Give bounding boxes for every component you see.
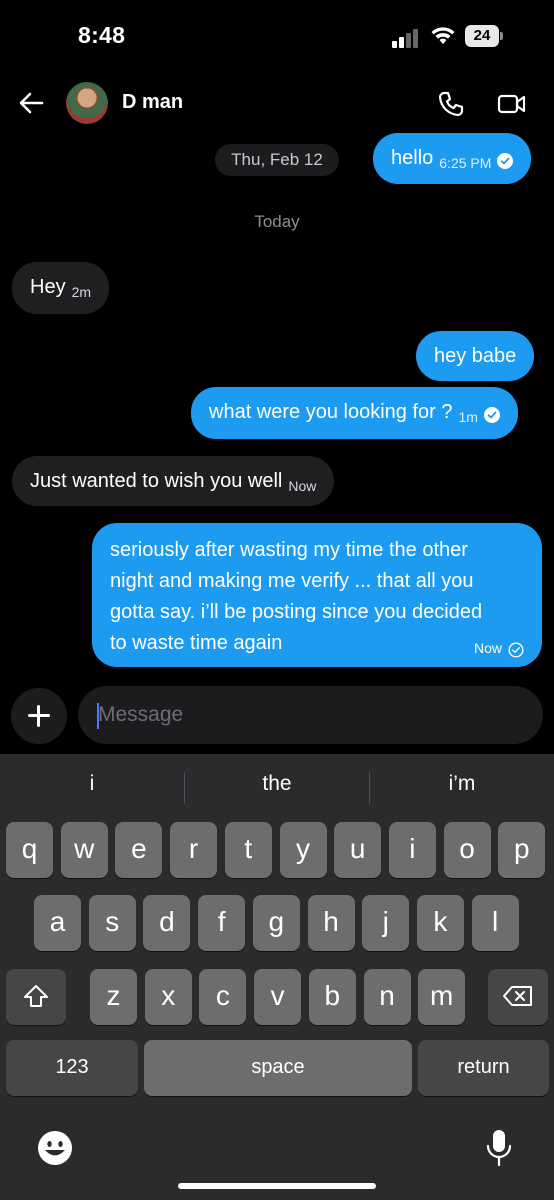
message-time: 2m: [71, 284, 92, 300]
message-text-line: seriously after wasting my time the othe…: [110, 539, 468, 561]
message-text: what were you looking for ?: [209, 401, 453, 423]
conversation-header: D man: [0, 70, 554, 140]
key-u[interactable]: u: [334, 822, 382, 878]
key-d[interactable]: d: [143, 895, 191, 951]
cellular-signal-icon: [392, 28, 422, 48]
message-time: Now: [288, 478, 317, 494]
key-o[interactable]: o: [443, 822, 491, 878]
message-text: Hey: [30, 276, 66, 298]
message-time: 6:25 PM: [439, 155, 492, 171]
suggestion-bar: i the i’m: [0, 754, 554, 820]
key-y[interactable]: y: [279, 822, 327, 878]
sent-check-icon: [508, 642, 524, 658]
shift-key[interactable]: [6, 969, 66, 1025]
message-text: hello: [391, 147, 434, 169]
suggestion-item[interactable]: i: [0, 772, 184, 796]
keyboard: i the i’m qwertyuiopasdfghjklzxcvbnm 123…: [0, 754, 554, 1200]
message-meta: Now: [473, 639, 524, 658]
battery-icon: 24: [465, 25, 503, 47]
key-v[interactable]: v: [254, 969, 302, 1025]
add-attachment-button[interactable]: [11, 688, 67, 744]
space-key[interactable]: space: [144, 1040, 412, 1096]
return-key[interactable]: return: [418, 1040, 549, 1096]
suggestion-item[interactable]: the: [185, 772, 369, 796]
key-c[interactable]: c: [199, 969, 247, 1025]
message-list[interactable]: Thu, Feb 12 hello 6:25 PM Today Hey 2m hey…: [0, 133, 554, 680]
message-time: Now: [473, 639, 502, 656]
message-text: hey babe: [434, 345, 517, 367]
phone-icon[interactable]: [437, 90, 465, 118]
read-check-icon: [497, 152, 514, 169]
message-text-line: gotta say. i’ll be posting since you dec…: [110, 601, 483, 623]
key-j[interactable]: j: [362, 895, 410, 951]
message-bubble-incoming[interactable]: Hey 2m: [12, 262, 110, 314]
message-input[interactable]: [78, 686, 543, 744]
key-m[interactable]: m: [418, 969, 466, 1025]
read-check-icon: [483, 406, 500, 423]
key-s[interactable]: s: [88, 895, 136, 951]
key-x[interactable]: x: [144, 969, 192, 1025]
composer: [0, 686, 554, 746]
text-caret: [97, 703, 99, 729]
key-l[interactable]: l: [471, 895, 519, 951]
message-text-line: night and making me verify ... that all …: [110, 570, 474, 592]
message-bubble-outgoing[interactable]: seriously after wasting my time the othe…: [92, 523, 542, 667]
back-arrow-icon[interactable]: [16, 88, 46, 118]
message-bubble-incoming[interactable]: Just wanted to wish you well Now: [12, 456, 335, 506]
message-text: Just wanted to wish you well: [30, 470, 283, 492]
message-bubble-outgoing[interactable]: what were you looking for ? 1m: [191, 387, 518, 439]
key-e[interactable]: e: [115, 822, 163, 878]
key-q[interactable]: q: [6, 822, 53, 878]
key-p[interactable]: p: [498, 822, 546, 878]
battery-level: 24: [465, 25, 499, 47]
key-h[interactable]: h: [307, 895, 355, 951]
message-text-line: to waste time again: [110, 632, 283, 654]
message-bubble-outgoing[interactable]: hey babe: [416, 331, 535, 381]
contact-name[interactable]: D man: [122, 91, 183, 114]
today-label: Today: [254, 212, 300, 231]
home-indicator[interactable]: [178, 1183, 376, 1189]
suggestion-item[interactable]: i’m: [370, 772, 554, 796]
key-g[interactable]: g: [252, 895, 300, 951]
message-bubble-outgoing[interactable]: hello 6:25 PM: [373, 133, 532, 184]
emoji-icon[interactable]: [37, 1130, 73, 1166]
numbers-key[interactable]: 123: [6, 1040, 138, 1096]
key-k[interactable]: k: [416, 895, 464, 951]
key-z[interactable]: z: [90, 969, 137, 1025]
key-b[interactable]: b: [308, 969, 356, 1025]
video-camera-icon[interactable]: [497, 92, 527, 116]
status-time: 8:48: [78, 22, 126, 48]
date-separator: Thu, Feb 12: [215, 144, 339, 176]
avatar[interactable]: [66, 82, 108, 124]
backspace-key[interactable]: [488, 969, 548, 1025]
key-f[interactable]: f: [198, 895, 246, 951]
key-t[interactable]: t: [224, 822, 272, 878]
key-a[interactable]: a: [34, 895, 81, 951]
key-n[interactable]: n: [363, 969, 411, 1025]
status-bar: 8:48 24: [0, 0, 554, 70]
microphone-icon[interactable]: [485, 1128, 513, 1168]
key-i[interactable]: i: [388, 822, 436, 878]
wifi-icon: [431, 27, 455, 44]
message-time: 1m: [458, 409, 478, 425]
key-w[interactable]: w: [60, 822, 108, 878]
key-r[interactable]: r: [170, 822, 218, 878]
